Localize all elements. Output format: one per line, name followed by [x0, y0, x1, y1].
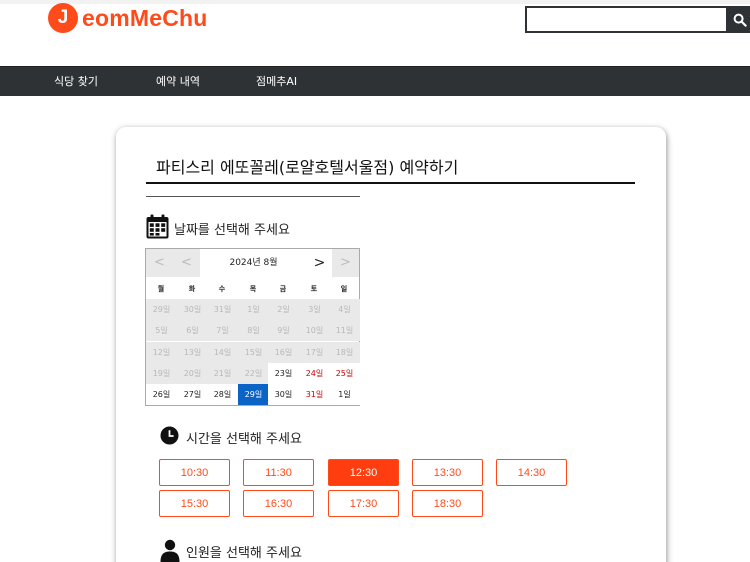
calendar-day[interactable]: 25일 — [329, 362, 360, 384]
calendar-day[interactable]: 1일 — [329, 384, 360, 406]
calendar-day: 19일 — [146, 362, 177, 384]
calendar-day: 10일 — [299, 320, 330, 342]
logo-wordmark: eomMeChu — [82, 4, 208, 31]
time-slot-button[interactable]: 13:30 — [412, 459, 483, 486]
nav-reservations[interactable]: 예약 내역 — [156, 67, 200, 97]
calendar-weekday: 목 — [249, 285, 257, 293]
calendar-day: 15일 — [238, 341, 269, 363]
calendar-day: 14일 — [207, 341, 238, 363]
calendar-day: 30일 — [177, 299, 208, 320]
calendar-weekday: 월 — [157, 285, 165, 293]
calendar-weekday: 화 — [188, 285, 196, 293]
time-slot-button[interactable]: 11:30 — [243, 459, 314, 486]
search-button[interactable] — [726, 6, 750, 33]
section-divider — [146, 196, 360, 197]
main-nav: 식당 찾기 예약 내역 점메추AI — [0, 66, 750, 96]
calendar-day: 29일 — [146, 299, 177, 320]
time-section-label: 시간을 선택해 주세요 — [186, 432, 302, 447]
calendar-day: 6일 — [177, 320, 208, 342]
calendar-day[interactable]: 29일 — [238, 384, 269, 406]
calendar-day[interactable]: 31일 — [299, 384, 330, 406]
calendar-day: 13일 — [177, 341, 208, 363]
calendar-next-year-button[interactable]: > — [332, 249, 359, 277]
calendar-day: 31일 — [207, 299, 238, 320]
search-input[interactable] — [527, 8, 726, 31]
calendar-day: 2일 — [268, 299, 299, 320]
calendar-weekday: 금 — [279, 285, 287, 293]
calendar-day: 4일 — [329, 299, 360, 320]
calendar-day: 17일 — [299, 341, 330, 363]
calendar-day: 20일 — [177, 362, 208, 384]
title-divider — [146, 182, 635, 184]
calendar-day: 12일 — [146, 341, 177, 363]
calendar-next-month-button[interactable]: > — [306, 249, 333, 277]
calendar-icon — [146, 214, 169, 239]
calendar-day[interactable]: 28일 — [207, 384, 238, 406]
calendar-day: 21일 — [207, 362, 238, 384]
calendar-day[interactable]: 30일 — [268, 384, 299, 406]
search-bar — [525, 6, 750, 33]
calendar-prev-month-button[interactable]: < — [173, 249, 200, 277]
clock-icon — [160, 426, 179, 445]
calendar-day[interactable]: 23일 — [268, 362, 299, 384]
calendar-day[interactable]: 26일 — [146, 384, 177, 406]
time-slot-button[interactable]: 15:30 — [159, 490, 230, 517]
calendar-weekday: 일 — [340, 285, 348, 293]
people-section-label: 인원을 선택해 주세요 — [186, 546, 302, 561]
calendar-day[interactable]: 27일 — [177, 384, 208, 406]
date-section-label: 날짜를 선택해 주세요 — [174, 223, 290, 238]
logo-mark: J — [48, 3, 78, 33]
time-slot-button[interactable]: 14:30 — [496, 459, 567, 486]
calendar-day: 22일 — [238, 362, 269, 384]
calendar-day: 16일 — [268, 341, 299, 363]
page-title: 파티스리 에또꼴레(로얄호텔서울점) 예약하기 — [156, 158, 459, 177]
calendar-day: 5일 — [146, 320, 177, 342]
calendar-day: 1일 — [238, 299, 269, 320]
calendar-weekday: 수 — [218, 285, 226, 293]
logo[interactable]: J eomMeChu — [48, 2, 208, 34]
nav-ai[interactable]: 점메추AI — [256, 67, 297, 97]
calendar-day: 7일 — [207, 320, 238, 342]
time-slot-button[interactable]: 12:30 — [328, 459, 399, 486]
calendar-day: 3일 — [299, 299, 330, 320]
time-slot-button[interactable]: 10:30 — [159, 459, 230, 486]
calendar-day: 9일 — [268, 320, 299, 342]
calendar-day[interactable]: 24일 — [299, 362, 330, 384]
calendar-header: < < 2024년 8월 > > — [146, 249, 359, 277]
calendar-day: 8일 — [238, 320, 269, 342]
time-slot-button[interactable]: 17:30 — [328, 490, 399, 517]
calendar-weekday: 토 — [310, 285, 318, 293]
time-slot-button[interactable]: 16:30 — [243, 490, 314, 517]
calendar-day: 11일 — [329, 320, 360, 342]
person-icon — [160, 539, 180, 562]
date-calendar: < < 2024년 8월 > > 월 화 수 목 금 토 일 29일 30일 31일 1일 2일 3일 4… — [145, 248, 360, 406]
nav-find-restaurant[interactable]: 식당 찾기 — [54, 67, 98, 97]
time-slot-button[interactable]: 18:30 — [412, 490, 483, 517]
calendar-month-label: 2024년 8월 — [201, 249, 306, 277]
search-icon — [733, 13, 747, 27]
calendar-day: 18일 — [329, 341, 360, 363]
calendar-prev-year-button[interactable]: < — [146, 249, 173, 277]
